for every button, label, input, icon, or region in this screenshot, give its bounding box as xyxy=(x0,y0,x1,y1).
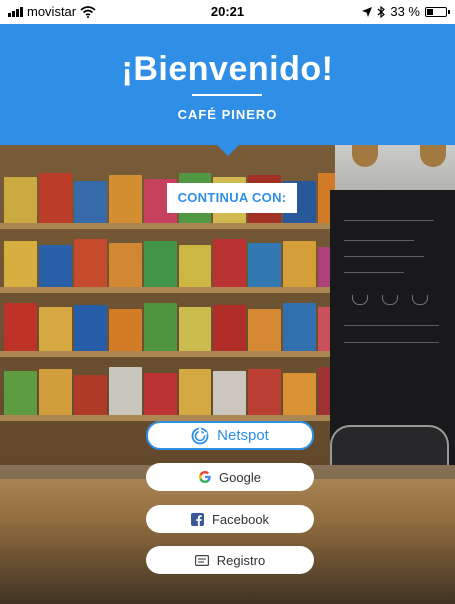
netspot-login-button[interactable]: Netspot xyxy=(146,421,314,450)
facebook-login-button[interactable]: Facebook xyxy=(146,505,314,533)
netspot-logo-icon xyxy=(191,427,209,445)
registro-button-label: Registro xyxy=(216,552,266,568)
form-card-icon xyxy=(194,554,209,566)
google-login-button[interactable]: Google xyxy=(146,463,314,491)
google-logo-icon xyxy=(199,471,211,483)
venue-name: CAFÉ PINERO xyxy=(177,107,278,122)
google-button-label: Google xyxy=(219,469,261,485)
status-right: 33 % xyxy=(362,4,450,19)
battery-icon xyxy=(425,6,450,17)
battery-level-fill xyxy=(427,8,433,15)
header-pointer xyxy=(216,144,240,156)
registro-button[interactable]: Registro xyxy=(146,546,314,574)
header-divider xyxy=(192,94,262,96)
facebook-logo-icon xyxy=(190,512,204,526)
facebook-button-label: Facebook xyxy=(211,511,270,527)
welcome-header: ¡Bienvenido! CAFÉ PINERO xyxy=(0,24,455,145)
location-arrow-icon xyxy=(362,6,373,17)
status-bar: movistar 20:21 33 % xyxy=(0,0,455,24)
welcome-title: ¡Bienvenido! xyxy=(121,50,334,88)
netspot-button-label: Netspot xyxy=(217,427,269,444)
battery-percentage: 33 % xyxy=(390,4,420,19)
bluetooth-icon xyxy=(377,5,386,18)
cafe-background-photo xyxy=(0,145,455,604)
continue-with-label: CONTINUA CON: xyxy=(167,183,297,213)
